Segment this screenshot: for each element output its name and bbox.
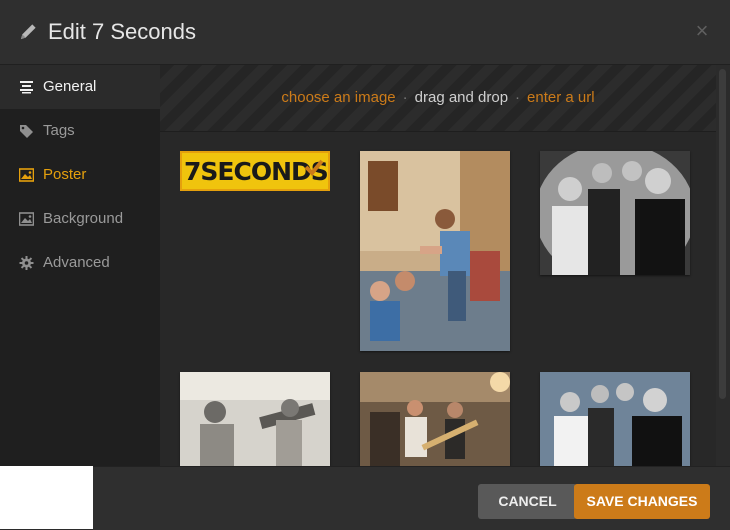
modal-header: Edit 7 Seconds ×	[0, 0, 730, 65]
scrollbar-thumb[interactable]	[719, 69, 726, 399]
modal-title: Edit 7 Seconds	[48, 19, 196, 44]
upload-options: choose an image · drag and drop · enter a ur…	[160, 89, 716, 107]
checkmark-icon	[304, 159, 324, 176]
close-icon[interactable]: ×	[693, 20, 711, 42]
save-changes-button[interactable]: SAVE CHANGES	[574, 484, 710, 519]
poster-thumbnail-selected[interactable]: 7SECONDS	[180, 151, 330, 191]
poster-thumbnail[interactable]	[540, 372, 690, 466]
drag-drop-text: drag and drop	[414, 89, 509, 106]
poster-image	[540, 372, 690, 466]
poster-image	[360, 151, 510, 351]
poster-image	[180, 372, 330, 466]
poster-thumbnail[interactable]	[360, 151, 510, 351]
sidebar-item-poster[interactable]: Poster	[0, 153, 160, 197]
align-lines-icon	[20, 81, 33, 94]
sidebar-item-tags[interactable]: Tags	[0, 109, 160, 153]
sidebar: General Tags Poster Background Advanced	[0, 65, 160, 466]
separator: ·	[402, 89, 408, 106]
footer-blank	[0, 466, 93, 529]
sidebar-item-label: Background	[43, 210, 124, 227]
sidebar-item-background[interactable]: Background	[0, 197, 160, 241]
sidebar-item-label: General	[43, 78, 97, 95]
sidebar-item-general[interactable]: General	[0, 65, 160, 109]
poster-panel: choose an image · drag and drop · enter a ur…	[160, 65, 716, 466]
gear-icon	[19, 256, 34, 270]
poster-thumbnail[interactable]	[180, 372, 330, 466]
image-icon	[19, 212, 34, 226]
scrollbar-track[interactable]	[716, 65, 730, 466]
poster-thumbnail[interactable]	[360, 372, 510, 466]
upload-dropzone[interactable]: choose an image · drag and drop · enter a ur…	[160, 65, 716, 132]
choose-image-link[interactable]: choose an image	[281, 89, 395, 106]
poster-image	[540, 151, 690, 275]
sidebar-item-label: Advanced	[43, 254, 110, 271]
tag-icon	[20, 125, 33, 138]
enter-url-link[interactable]: enter a url	[527, 89, 595, 106]
separator: ·	[515, 89, 521, 106]
sidebar-item-label: Poster	[43, 166, 87, 183]
image-icon	[19, 168, 34, 182]
pencil-icon	[20, 24, 36, 40]
sidebar-item-advanced[interactable]: Advanced	[0, 241, 160, 285]
cancel-button[interactable]: CANCEL	[478, 484, 577, 519]
modal-footer: CANCEL SAVE CHANGES	[93, 466, 730, 530]
sidebar-item-label: Tags	[43, 122, 75, 139]
poster-image	[360, 372, 510, 466]
poster-thumbnail[interactable]	[540, 151, 690, 275]
